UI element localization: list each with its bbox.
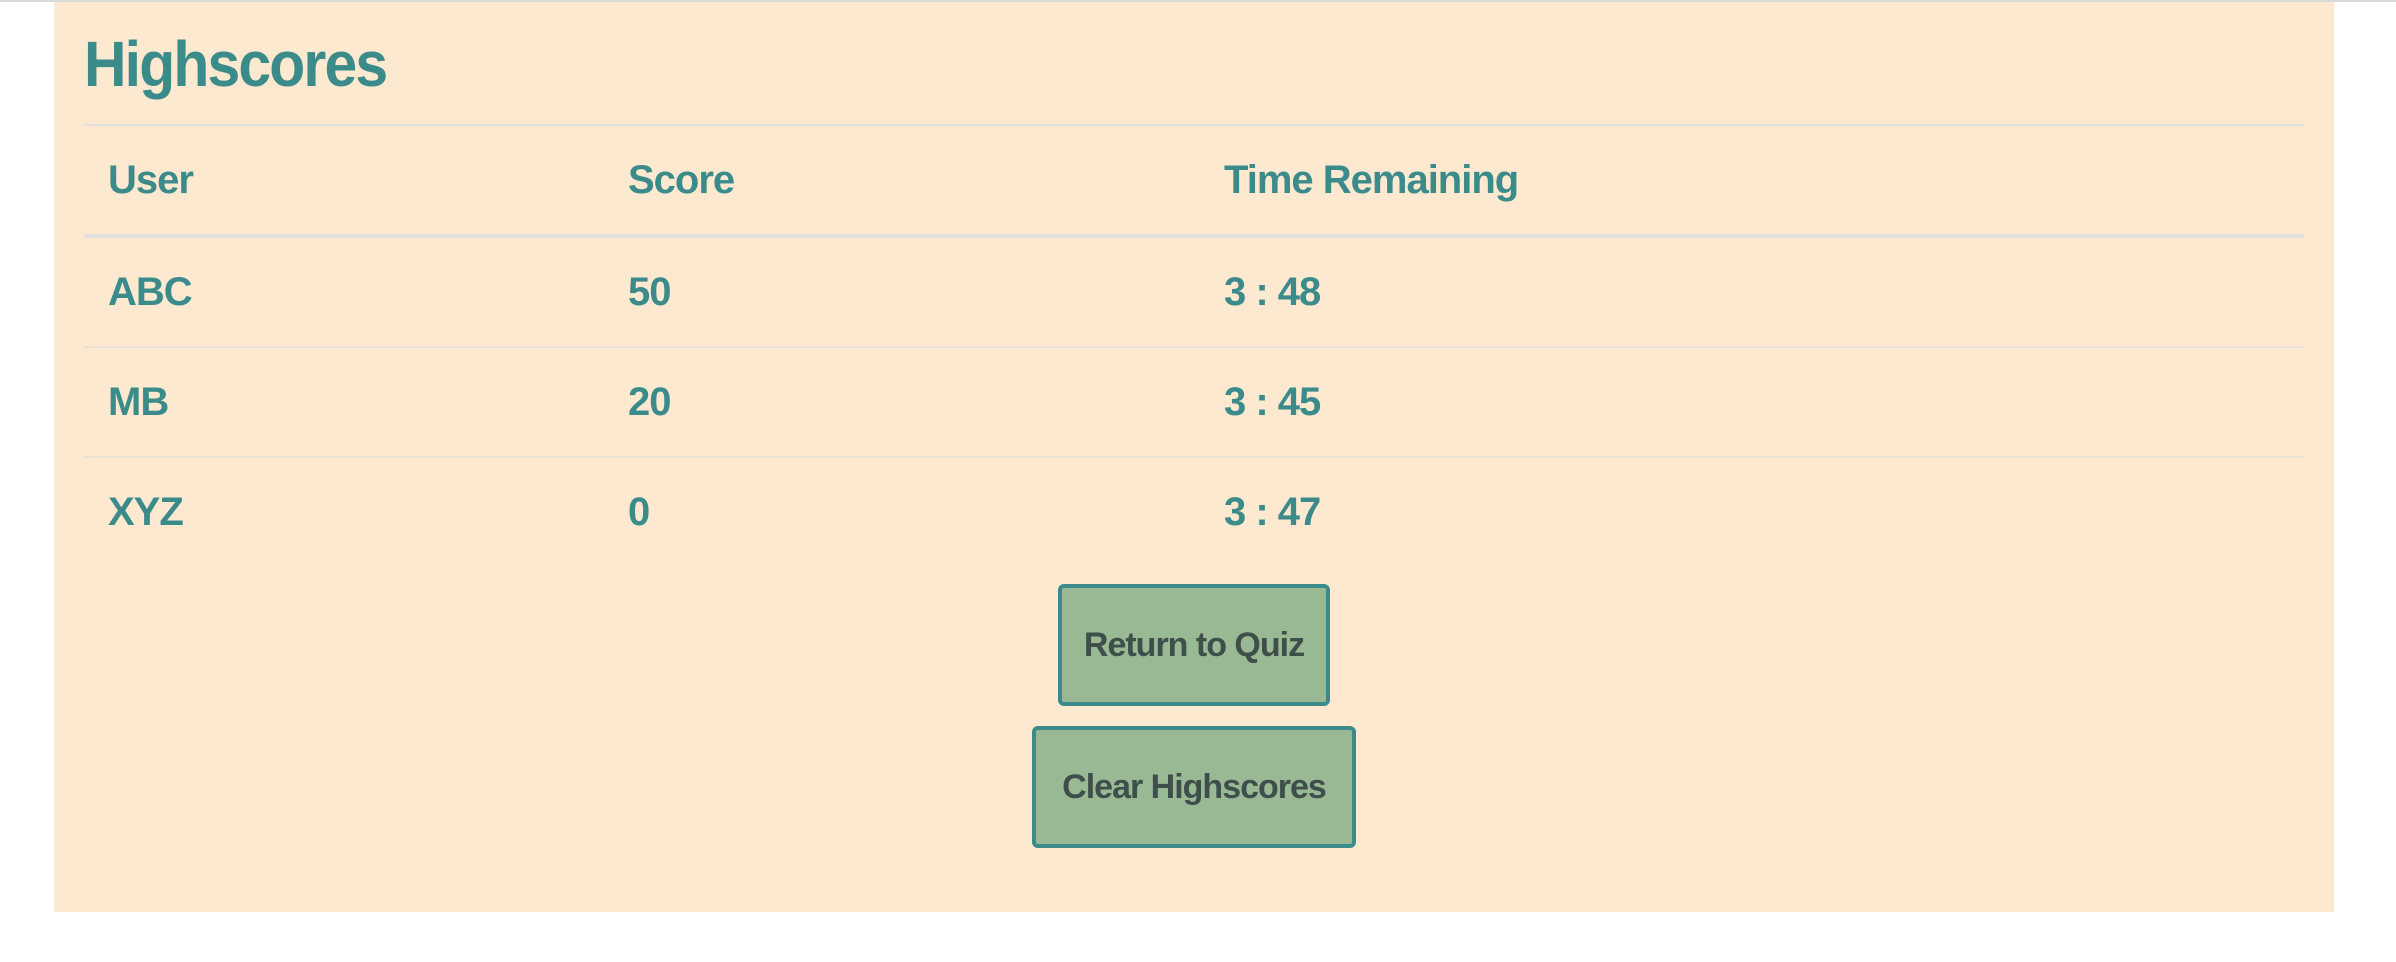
actions-area: Return to Quiz Clear Highscores	[84, 566, 2304, 856]
table-body: ABC 50 3 : 48 MB 20 3 : 45 XYZ 0 3 : 47	[84, 236, 2304, 566]
cell-user: ABC	[108, 269, 193, 314]
cell-time-remaining: 3 : 48	[1224, 269, 1321, 314]
clear-highscores-button[interactable]: Clear Highscores	[1032, 726, 1356, 848]
header-user: User	[108, 157, 194, 202]
highscores-table: User Score Time Remaining ABC 50 3 : 48 …	[84, 124, 2304, 566]
cell-score: 20	[628, 379, 672, 424]
table-header-row: User Score Time Remaining	[84, 125, 2304, 236]
table-row: MB 20 3 : 45	[84, 347, 2304, 457]
table-header: User Score Time Remaining	[84, 125, 2304, 236]
cell-score: 0	[628, 489, 650, 534]
cell-user: XYZ	[108, 489, 184, 534]
page-title: Highscores	[84, 28, 388, 100]
header-time-remaining: Time Remaining	[1224, 157, 1519, 202]
cell-time-remaining: 3 : 45	[1224, 379, 1321, 424]
cell-score: 50	[628, 269, 672, 314]
header-score: Score	[628, 157, 735, 202]
table-row: XYZ 0 3 : 47	[84, 457, 2304, 566]
cell-user: MB	[108, 379, 169, 424]
highscores-panel: Highscores User Score Time Remaining ABC…	[54, 2, 2334, 912]
cell-time-remaining: 3 : 47	[1224, 489, 1321, 534]
return-to-quiz-button[interactable]: Return to Quiz	[1058, 584, 1330, 706]
table-row: ABC 50 3 : 48	[84, 236, 2304, 347]
